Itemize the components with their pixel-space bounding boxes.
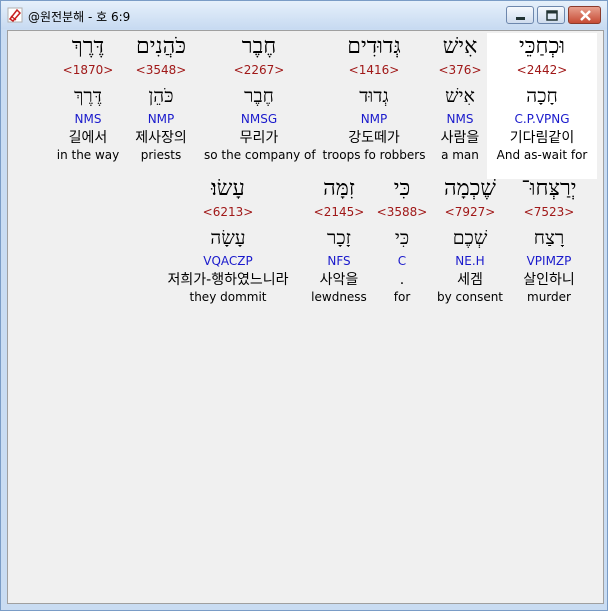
hebrew-root: חֶבֶר — [244, 85, 274, 107]
hebrew-root: דֶּרֶךְ — [74, 85, 102, 107]
morphology-code: VQACZP — [203, 254, 253, 268]
english-gloss: so the company of — [204, 148, 316, 162]
window-title: @원전분해 - 호 6:9 — [28, 10, 131, 24]
strong-number[interactable]: <1416> — [319, 61, 429, 79]
close-icon — [580, 10, 591, 21]
close-button[interactable] — [568, 6, 601, 24]
korean-gloss: 강도떼가 — [348, 130, 400, 146]
korean-gloss: 무리가 — [239, 130, 279, 146]
word-block[interactable]: דֶּרֶךְ <1870> דֶּרֶךְ NMS 길에서 in the wa… — [33, 33, 143, 163]
english-gloss: troops fo robbers — [322, 148, 426, 162]
minimize-icon — [516, 17, 525, 20]
app-window: @원전분해 - 호 6:9 וּכְחַכֵּי <2442> חָכָה C.… — [0, 0, 608, 611]
minimize-button[interactable] — [506, 6, 534, 24]
korean-gloss: 저희가-행하였느니라 — [167, 272, 289, 288]
morphology-code: NMP — [360, 112, 388, 126]
strong-number[interactable]: <6213> — [153, 203, 303, 221]
word-block[interactable]: גְּדוּדִים <1416> גְדוּד NMP 강도떼가 troops… — [319, 33, 429, 163]
hebrew-word: דֶּרֶךְ — [71, 34, 105, 59]
morphology-code: NMSG — [240, 112, 278, 126]
english-gloss: they dommit — [189, 290, 267, 304]
hebrew-root: גְדוּד — [359, 85, 389, 107]
hebrew-root: עָשָׂה — [210, 227, 246, 249]
app-icon[interactable] — [7, 7, 23, 23]
morphology-code: NMS — [74, 112, 102, 126]
interlinear-view[interactable]: וּכְחַכֵּי <2442> חָכָה C.P.VPNG 기다림같이 A… — [7, 30, 604, 604]
word-block[interactable]: עָשׂוּ׃ <6213> עָשָׂה VQACZP 저희가-행하였느니라 … — [153, 175, 303, 305]
hebrew-word: גְּדוּדִים — [347, 34, 401, 59]
strong-number[interactable]: <2267> — [204, 61, 314, 79]
word-block[interactable]: חֶבֶר <2267> חֶבֶר NMSG 무리가 so the compa… — [204, 33, 316, 163]
maximize-button[interactable] — [537, 6, 565, 24]
hebrew-word: עָשׂוּ׃ — [211, 176, 245, 201]
english-gloss: in the way — [56, 148, 120, 162]
korean-gloss: 길에서 — [68, 130, 108, 146]
title-bar[interactable]: @원전분해 - 호 6:9 — [1, 1, 607, 29]
maximize-icon — [546, 10, 558, 21]
strong-number[interactable]: <1870> — [33, 61, 143, 79]
hebrew-word: חֶבֶר — [241, 34, 277, 59]
